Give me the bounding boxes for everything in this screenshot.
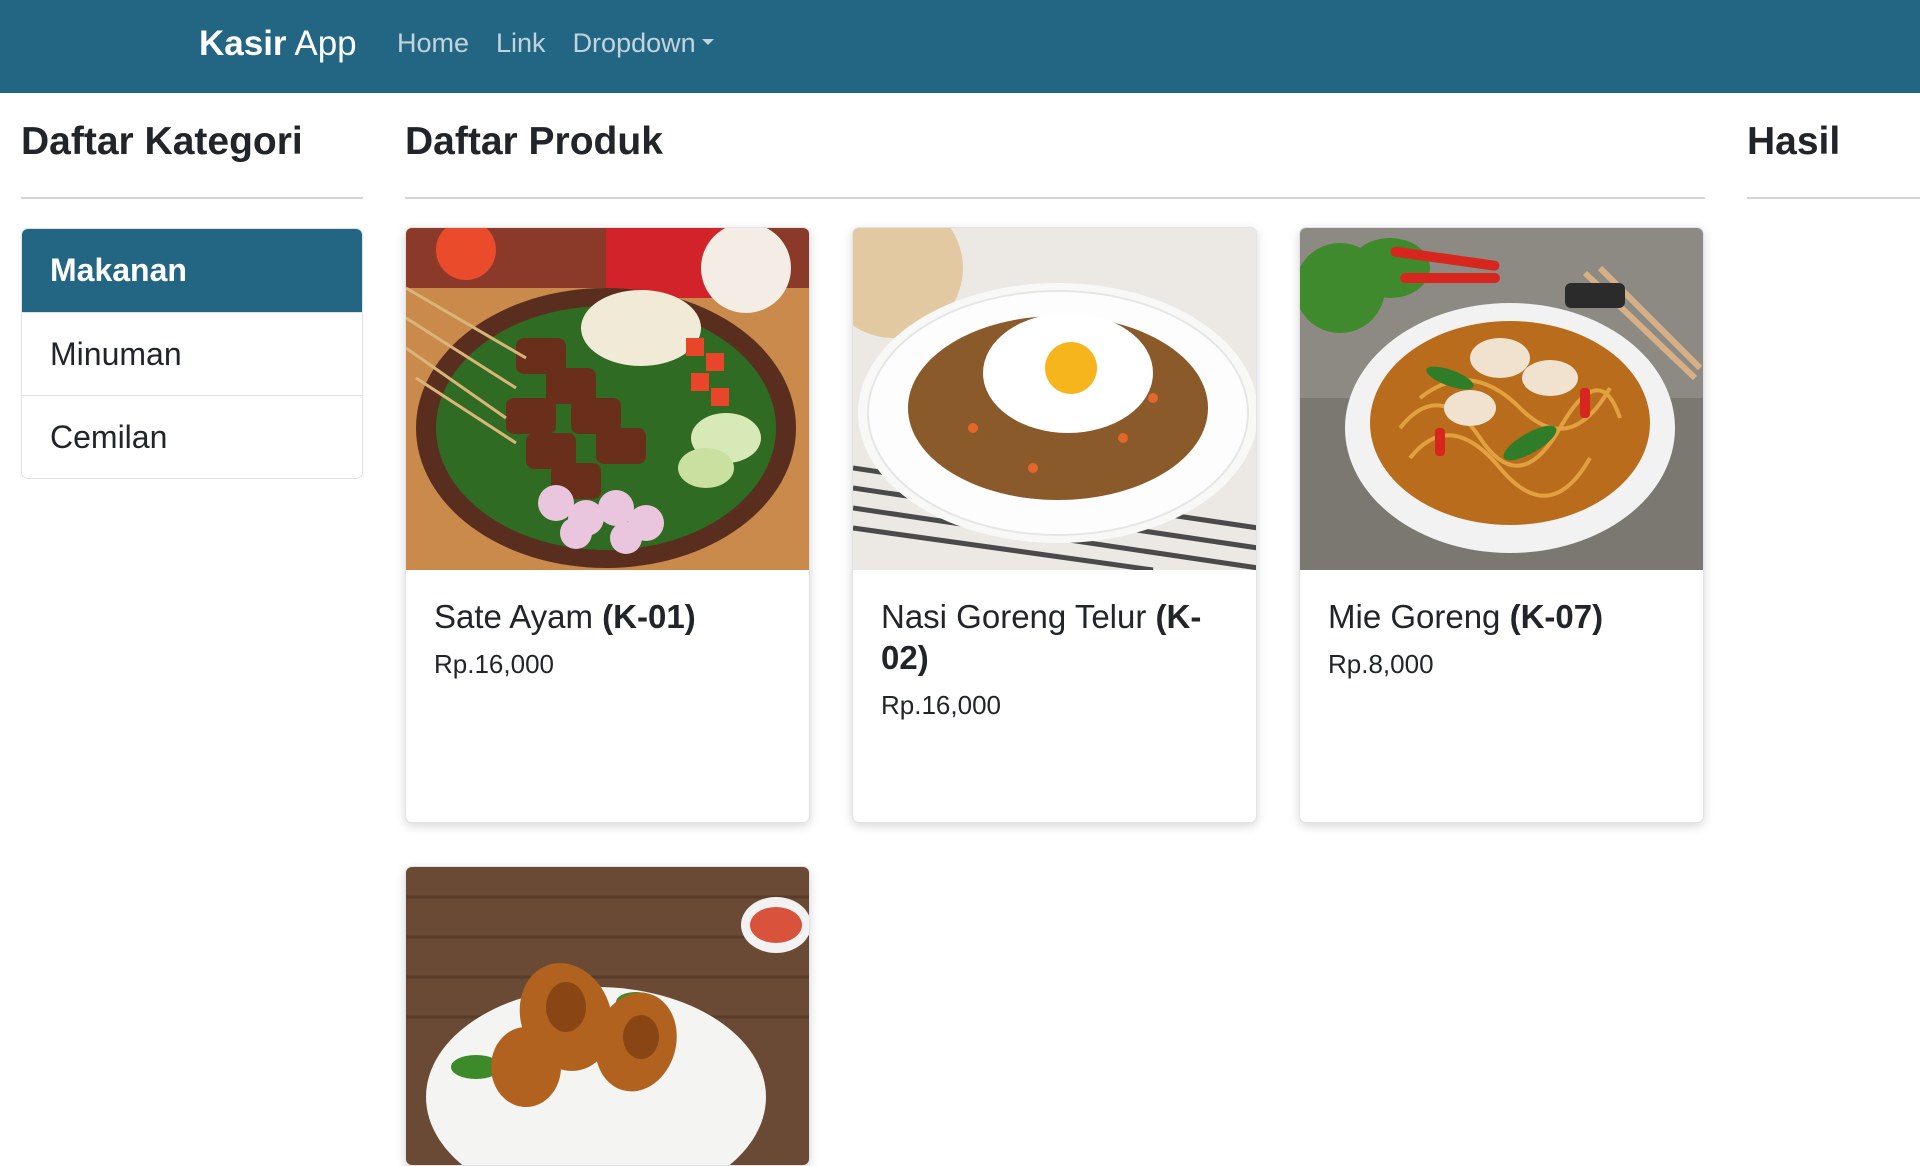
result-divider (1747, 197, 1920, 199)
product-card[interactable] (405, 866, 810, 1166)
product-title: Sate Ayam (K-01) (434, 596, 781, 637)
nav-home-link[interactable]: Home (397, 28, 469, 59)
category-item-minuman[interactable]: Minuman (22, 312, 362, 395)
product-name: Sate Ayam (434, 598, 593, 635)
product-code: (K-01) (602, 598, 696, 635)
brand-bold: Kasir (199, 24, 287, 63)
product-card[interactable]: Sate Ayam (K-01) Rp.16,000 (405, 227, 810, 823)
product-price: Rp.16,000 (881, 690, 1001, 720)
category-item-makanan[interactable]: Makanan (22, 229, 362, 312)
brand-link[interactable]: Kasir App (199, 24, 357, 64)
categories-heading: Daftar Kategori (21, 120, 303, 163)
product-title: Nasi Goreng Telur (K-02) (881, 596, 1228, 678)
products-heading: Daftar Produk (405, 120, 663, 163)
product-code: (K-07) (1509, 598, 1604, 635)
product-price: Rp.8,000 (1328, 649, 1434, 679)
result-heading: Hasil (1747, 120, 1841, 163)
brand-rest: App (286, 24, 357, 63)
product-card[interactable]: Mie Goreng (K-07) Rp.8,000 (1299, 227, 1704, 823)
nasi-goreng-photo (853, 228, 1256, 570)
product-card[interactable]: Nasi Goreng Telur (K-02) Rp.16,000 (852, 227, 1257, 823)
nav-dropdown-toggle[interactable]: Dropdown (573, 28, 714, 59)
product-name: Nasi Goreng Telur (881, 598, 1147, 635)
caret-down-icon (701, 38, 714, 45)
product-name: Mie Goreng (1328, 598, 1501, 635)
category-list: Makanan Minuman Cemilan (21, 228, 363, 479)
sate-ayam-photo (406, 228, 809, 570)
nav-dropdown-label: Dropdown (572, 28, 696, 58)
products-divider (405, 197, 1705, 199)
category-item-cemilan[interactable]: Cemilan (22, 395, 362, 478)
navbar: Kasir App Home Link Dropdown (0, 0, 1920, 93)
nav-link-link[interactable]: Link (496, 28, 546, 59)
mie-goreng-photo (1300, 228, 1703, 570)
ayam-goreng-photo (406, 867, 809, 1165)
nav-links: Home Link Dropdown (397, 28, 741, 59)
product-title: Mie Goreng (K-07) (1328, 596, 1675, 637)
categories-divider (21, 197, 363, 199)
product-price: Rp.16,000 (434, 649, 554, 679)
